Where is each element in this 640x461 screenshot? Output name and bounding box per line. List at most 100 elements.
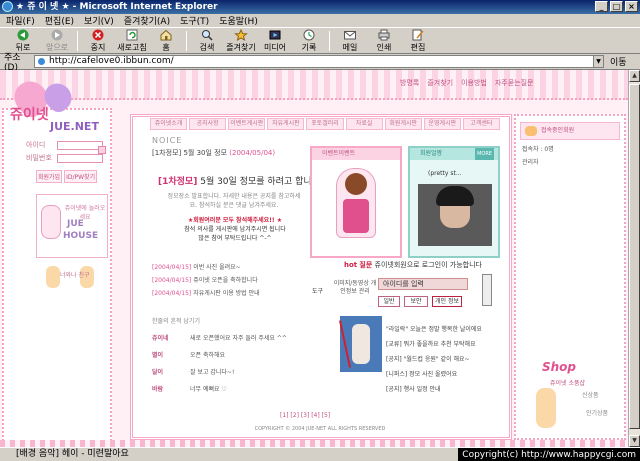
topnav-howto[interactable]: 이용방법 [461, 78, 487, 88]
close-button[interactable]: × [625, 1, 638, 12]
notice-item[interactable]: [1차정모] 5월 30일 정모 (2004/05/04) [152, 148, 308, 158]
jue-house-line3: HOUSE [63, 231, 99, 241]
jue-house-banner[interactable]: 쥬이넷에 놀러오세요 JUE HOUSE [36, 194, 108, 258]
vertical-slider[interactable] [482, 274, 492, 306]
vertical-scrollbar[interactable]: ▲ ▼ [628, 70, 640, 447]
lace-footer-decoration [0, 440, 628, 447]
menu-help[interactable]: 도움말(H) [219, 14, 258, 27]
tab-event[interactable]: 이벤트게시판 [228, 118, 266, 130]
swordsman-photo[interactable] [339, 316, 382, 372]
list-item[interactable]: [교류] 뭐가 좋을까요 추천 부탁해요 [386, 339, 510, 348]
member-photo-box[interactable]: 회원얼짱 MORE (pretty st... [408, 146, 500, 258]
list-item[interactable]: [2004/04/15] 쥬이넷 오픈을 축하합니다 [152, 275, 312, 284]
back-button[interactable]: 뒤로 [6, 29, 40, 53]
signup-button[interactable]: 회원가입 [36, 170, 63, 183]
media-icon [269, 30, 281, 39]
menu-tools[interactable]: 도구(T) [180, 14, 209, 27]
list-item[interactable]: [공지] "월드컵 응원" 같이 해요~ [386, 354, 510, 363]
tool-description: 이미지/동영상 개인정보 관리 [333, 280, 377, 295]
tool-label: 도구 [312, 288, 324, 295]
tool-panel: 도구 이미지/동영상 개인정보 관리 아이디를 입력 일반 보안 개인 정보 [312, 274, 502, 308]
shop-subtitle: 쥬이넷 소품샵 [550, 380, 586, 387]
go-button[interactable]: 이동 [610, 55, 627, 68]
search-icon [202, 29, 213, 41]
tab-admin[interactable]: 운영게시판 [423, 118, 461, 130]
shop-link-new[interactable]: 신상품 [582, 390, 599, 399]
topnav-faq[interactable]: 자주묻는질문 [495, 78, 534, 88]
guest-text: 새로 오픈했어요 자주 들러 주세요 ^^ [190, 335, 287, 342]
find-id-button[interactable]: ID/PW찾기 [64, 170, 98, 183]
more-button[interactable]: MORE [475, 148, 494, 160]
tab-member[interactable]: 회원게시판 [384, 118, 422, 130]
login-button[interactable] [98, 146, 106, 154]
forward-button[interactable]: 앞으로 [40, 29, 74, 53]
event-photo-box[interactable]: 이벤트이벤트 [310, 146, 402, 258]
shop-banner[interactable]: Shop 쥬이넷 소품샵 신상품 인기상품 [528, 360, 624, 442]
home-button[interactable]: 홈 [149, 29, 183, 53]
member-photo-title: 회원얼짱 [420, 150, 443, 157]
refresh-icon [126, 29, 138, 40]
tab-support[interactable]: 고객센터 [462, 118, 500, 130]
secure-button[interactable]: 보안 [404, 296, 428, 307]
list-item[interactable]: [공지] 행사 일정 안내 [386, 384, 510, 393]
maximize-button[interactable]: □ [610, 1, 623, 12]
edit-button[interactable]: 편집 [401, 29, 435, 53]
tab-free[interactable]: 자유게시판 [267, 118, 305, 130]
scroll-up-icon[interactable]: ▲ [629, 70, 640, 82]
notice-line: 많은 참여 부탁드립니다 ^-^ [198, 235, 272, 242]
media-label: 미디어 [263, 42, 287, 52]
menu-view[interactable]: 보기(V) [84, 14, 114, 27]
shop-link-popular[interactable]: 인기상품 [586, 408, 608, 417]
topnav-guestbook[interactable]: 방명록 [400, 78, 419, 88]
forward-icon [51, 29, 63, 40]
login-pw-input[interactable] [57, 153, 103, 163]
guest-name: 바람 [152, 386, 164, 393]
mail-icon [344, 30, 356, 39]
favorites-label: 즐겨찾기 [226, 42, 256, 52]
login-id-input[interactable] [57, 140, 103, 150]
forward-label: 앞으로 [45, 42, 69, 52]
list-item[interactable]: [2004/04/15] 자유게시판 이용 방법 안내 [152, 288, 312, 297]
stop-button[interactable]: 중지 [81, 29, 115, 53]
post-date: [2004/04/15] [152, 264, 192, 271]
kids-illustration: 너와나 친구 [40, 266, 106, 296]
pagination[interactable]: [1] [2] [3] [4] [5] [280, 412, 330, 419]
site-logo[interactable]: 쥬이넷 JUE.NET [6, 74, 102, 136]
hot-question[interactable]: hot 질문 쥬이넷회원으로 로그인이 가능합니다 [344, 260, 482, 270]
address-input[interactable]: http://cafelove0.ibbun.com/ ▼ [34, 55, 604, 68]
tool-input[interactable]: 아이디를 입력 [378, 278, 468, 290]
tab-notice[interactable]: 공지사항 [189, 118, 227, 130]
refresh-button[interactable]: 새로고침 [115, 29, 149, 53]
search-label: 검색 [199, 42, 215, 52]
notice-section: NOICE [1차정모] 5월 30일 정모 (2004/05/04) [1차정… [152, 136, 320, 256]
photo-hair [436, 186, 474, 206]
favorites-icon [234, 28, 248, 41]
tab-photo[interactable]: 포토갤러리 [306, 118, 344, 130]
menu-favorites[interactable]: 즐겨찾기(A) [124, 14, 170, 27]
list-item[interactable]: 관리자 [522, 157, 622, 166]
browser-toolbar: 뒤로 앞으로 중지 새로고침 홈 검색 즐겨찾기 미디어 기록 메일 인쇄 편집 [0, 28, 640, 54]
menu-edit[interactable]: 편집(E) [45, 14, 74, 27]
scroll-thumb[interactable] [629, 84, 640, 429]
personal-info-button[interactable]: 개인 정보 [432, 296, 462, 307]
favorites-button[interactable]: 즐겨찾기 [224, 28, 258, 53]
print-button[interactable]: 인쇄 [367, 29, 401, 53]
hot-label: hot [344, 261, 358, 269]
tab-intro[interactable]: 쥬이넷소개 [150, 118, 188, 130]
list-item[interactable]: "라일락" 오늘은 정말 행복한 날이에요 [386, 324, 510, 333]
history-button[interactable]: 기록 [292, 29, 326, 53]
kids-caption: 너와나 친구 [60, 272, 90, 279]
minimize-button[interactable]: _ [595, 1, 608, 12]
normal-button[interactable]: 일반 [378, 296, 400, 307]
tab-files[interactable]: 자료실 [345, 118, 383, 130]
mail-button[interactable]: 메일 [333, 29, 367, 53]
media-button[interactable]: 미디어 [258, 29, 292, 53]
online-members-list: 접속자 : 0명 관리자 [522, 144, 622, 170]
address-dropdown-icon[interactable]: ▼ [593, 56, 603, 67]
search-button[interactable]: 검색 [190, 29, 224, 53]
menu-file[interactable]: 파일(F) [6, 14, 35, 27]
list-item[interactable]: [2004/04/15] 이번 사진 올려요~ [152, 262, 312, 271]
topnav-favorites[interactable]: 즐겨찾기 [427, 78, 453, 88]
scroll-down-icon[interactable]: ▼ [629, 435, 640, 447]
list-item[interactable]: [니퍼스] 정모 사진 올렸어요 [386, 369, 510, 378]
